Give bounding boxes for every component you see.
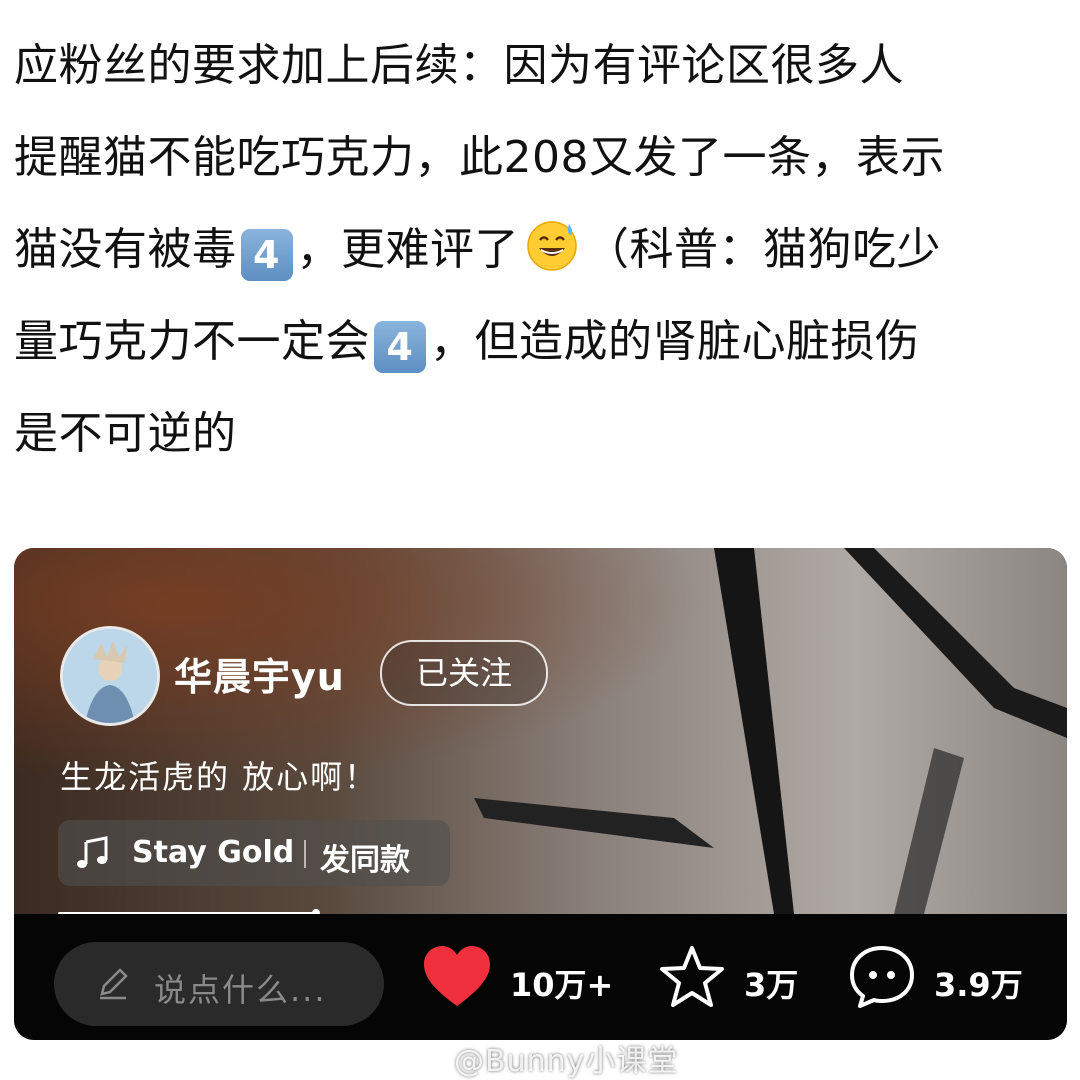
like-button[interactable]: 10万+ — [422, 944, 622, 1014]
avatar-image — [63, 629, 157, 723]
pencil-icon — [100, 968, 128, 1000]
avatar[interactable] — [60, 626, 160, 726]
comment-placeholder: 说点什么... — [154, 971, 327, 1009]
favorite-count: 3万 — [744, 966, 799, 1004]
interaction-bar: 说点什么... 10万+ 3万 3.9万 — [14, 914, 1067, 1040]
comment-button[interactable]: 3.9万 — [848, 944, 1048, 1014]
post-line: 量巧克力不一定会 4 ，但造成的肾脏心脏损伤 — [14, 296, 1064, 388]
comment-input[interactable]: 说点什么... — [54, 942, 384, 1026]
comment-bubble-icon — [850, 946, 914, 1008]
following-button[interactable]: 已关注 — [380, 640, 548, 706]
post-text-segment: 量巧克力不一定会 — [14, 316, 370, 367]
grinning-sweat-emoji-icon — [527, 221, 577, 271]
embedded-video-screenshot[interactable]: 华晨宇yu 已关注 生龙活虎的 放心啊！ Stay Gold 发同款 说点什么. — [14, 548, 1067, 1040]
post-text-segment: ，更难评了 — [296, 224, 519, 275]
star-icon — [660, 946, 724, 1007]
use-sound-button[interactable]: 发同款 — [320, 835, 410, 879]
music-note-icon — [77, 836, 108, 868]
heart-icon — [424, 946, 490, 1006]
video-author-name[interactable]: 华晨宇yu — [174, 646, 345, 701]
keycap-digit-emoji: 4 — [374, 321, 426, 373]
weibo-logo-icon — [415, 1050, 446, 1074]
favorite-button[interactable]: 3万 — [658, 944, 808, 1014]
post-text-segment: （科普：猫狗吃少 — [585, 224, 941, 275]
like-count: 10万+ — [510, 966, 614, 1004]
post-body: 应粉丝的要求加上后续：因为有评论区很多人 提醒猫不能吃巧克力，此208又发了一条… — [14, 20, 1064, 480]
post-line: 应粉丝的要求加上后续：因为有评论区很多人 — [14, 40, 904, 91]
music-tag[interactable]: Stay Gold 发同款 — [58, 820, 450, 886]
post-line: 猫没有被毒 4 ，更难评了 （科普：猫狗吃少 — [14, 204, 1064, 296]
post-text-segment: 猫没有被毒 — [14, 224, 237, 275]
watermark-text: @Bunny小课堂 — [454, 1044, 679, 1079]
divider — [304, 840, 306, 868]
keycap-digit-emoji: 4 — [240, 229, 293, 281]
video-caption: 生龙活虎的 放心啊！ — [60, 758, 379, 796]
music-title: Stay Gold — [132, 835, 295, 870]
weibo-post-screenshot: 应粉丝的要求加上后续：因为有评论区很多人 提醒猫不能吃巧克力，此208又发了一条… — [0, 0, 1080, 1080]
watermark: @Bunny小课堂 — [414, 1036, 678, 1080]
post-text-segment: ，但造成的肾脏心脏损伤 — [430, 316, 920, 367]
post-line: 提醒猫不能吃巧克力，此208又发了一条，表示 — [14, 132, 945, 183]
comment-count: 3.9万 — [934, 966, 1023, 1004]
post-line: 是不可逆的 — [14, 408, 237, 459]
